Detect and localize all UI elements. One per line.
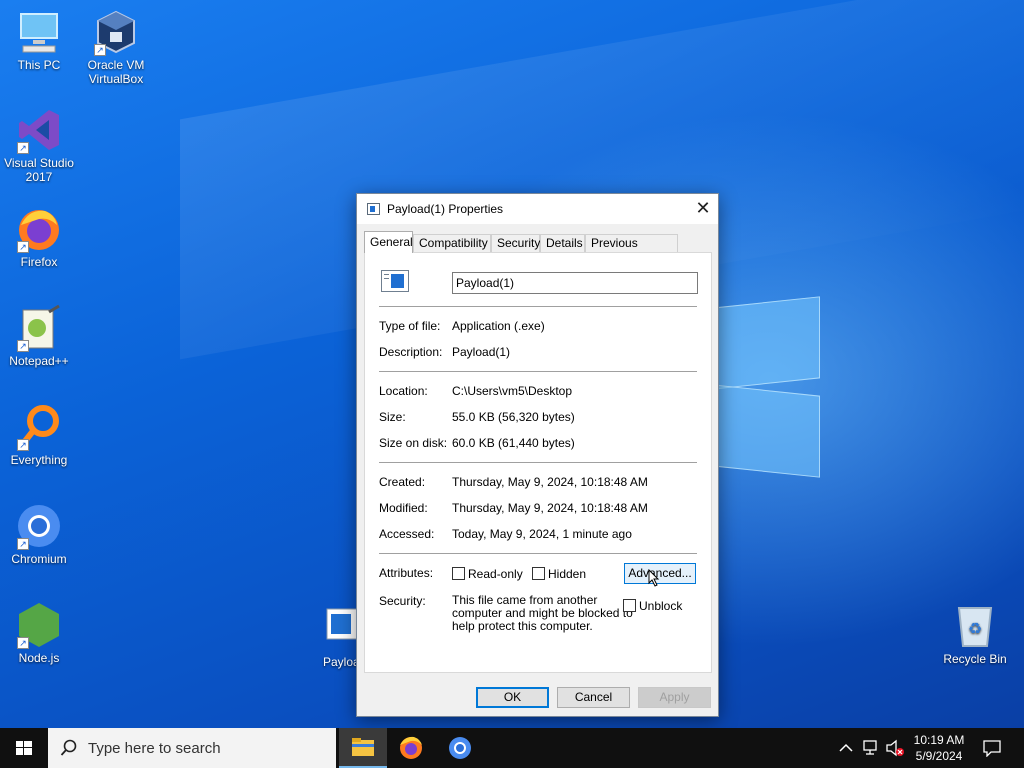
desktop-icon-this-pc[interactable]: This PC xyxy=(0,8,82,72)
tab-general[interactable]: General xyxy=(364,231,413,253)
description-value: Payload(1) xyxy=(452,345,511,359)
tab-details[interactable]: Details xyxy=(540,234,585,253)
chevron-up-icon[interactable] xyxy=(838,741,854,755)
desktop-icon-virtualbox[interactable]: ↗ Oracle VM VirtualBox xyxy=(73,8,159,86)
start-button[interactable] xyxy=(0,728,48,768)
ok-button[interactable]: OK xyxy=(476,687,549,708)
notepad-plus-plus-icon: ↗ xyxy=(15,304,63,352)
application-icon xyxy=(367,203,380,215)
firefox-icon: ↗ xyxy=(15,205,63,253)
desktop-icon-visual-studio[interactable]: ↗ Visual Studio 2017 xyxy=(0,106,82,184)
hidden-label[interactable]: Hidden xyxy=(548,567,586,581)
unblock-checkbox[interactable] xyxy=(623,599,636,612)
notifications-icon[interactable] xyxy=(982,739,1002,757)
volume-muted-icon[interactable] xyxy=(885,739,905,757)
location-label: Location: xyxy=(379,384,428,398)
taskbar-firefox[interactable] xyxy=(387,728,435,768)
computer-icon xyxy=(15,8,63,56)
advanced-button[interactable]: Advanced... xyxy=(624,563,696,584)
taskbar-file-explorer[interactable] xyxy=(339,728,387,768)
separator xyxy=(379,306,697,307)
desktop-icon-notepad-plus-plus[interactable]: ↗ Notepad++ xyxy=(0,304,82,368)
shortcut-arrow-icon: ↗ xyxy=(17,439,29,451)
shortcut-arrow-icon: ↗ xyxy=(17,637,29,649)
tab-security[interactable]: Security xyxy=(491,234,540,253)
location-value: C:\Users\vm5\Desktop xyxy=(452,384,573,398)
type-of-file-label: Type of file: xyxy=(379,319,441,333)
shortcut-arrow-icon: ↗ xyxy=(17,241,29,253)
recycle-bin-icon: ♻ xyxy=(951,602,999,650)
mouse-cursor-icon xyxy=(648,569,660,587)
size-value: 55.0 KB (56,320 bytes) xyxy=(452,410,575,424)
separator xyxy=(379,462,697,463)
chromium-icon xyxy=(449,737,471,759)
taskbar-search-box[interactable]: Type here to search xyxy=(48,728,336,768)
unblock-label[interactable]: Unblock xyxy=(639,599,682,613)
firefox-icon xyxy=(400,736,422,759)
visual-studio-icon: ↗ xyxy=(15,106,63,154)
properties-dialog: Payload(1) Properties ✕ General Compatib… xyxy=(356,193,719,717)
created-label: Created: xyxy=(379,475,426,489)
dialog-titlebar[interactable]: Payload(1) Properties ✕ xyxy=(357,194,718,224)
accessed-value: Today, May 9, 2024, 1 minute ago xyxy=(452,527,632,541)
taskbar-clock[interactable]: 10:19 AM 5/9/2024 xyxy=(905,732,973,764)
size-label: Size: xyxy=(379,410,406,424)
modified-value: Thursday, May 9, 2024, 10:18:48 AM xyxy=(452,501,648,515)
accessed-label: Accessed: xyxy=(379,527,435,541)
desktop-icon-chromium[interactable]: ↗ Chromium xyxy=(0,502,82,566)
virtualbox-icon: ↗ xyxy=(92,8,140,56)
search-icon xyxy=(60,739,77,756)
created-value: Thursday, May 9, 2024, 10:18:48 AM xyxy=(452,475,648,489)
modified-label: Modified: xyxy=(379,501,428,515)
cancel-button[interactable]: Cancel xyxy=(557,687,630,708)
clock-time: 10:19 AM xyxy=(913,733,965,747)
application-icon xyxy=(381,270,409,292)
close-icon[interactable]: ✕ xyxy=(688,194,718,222)
security-label: Security: xyxy=(379,594,426,608)
taskbar: Type here to search 10:19 AM 5/9/2024 xyxy=(0,728,1024,768)
folder-icon xyxy=(352,738,374,756)
taskbar-chromium[interactable] xyxy=(436,728,484,768)
type-of-file-value: Application (.exe) xyxy=(452,319,545,333)
file-name-field[interactable]: Payload(1) xyxy=(452,272,698,294)
shortcut-arrow-icon: ↗ xyxy=(17,538,29,550)
svg-text:♻: ♻ xyxy=(968,619,982,638)
hidden-checkbox[interactable] xyxy=(532,567,545,580)
desktop-icon-recycle-bin[interactable]: ♻ Recycle Bin xyxy=(932,602,1018,666)
desktop-icon-everything[interactable]: ↗ Everything xyxy=(0,403,82,467)
tab-previous-versions[interactable]: Previous Versions xyxy=(585,234,678,267)
apply-button[interactable]: Apply xyxy=(638,687,711,708)
size-on-disk-value: 60.0 KB (61,440 bytes) xyxy=(452,436,575,450)
dialog-title: Payload(1) Properties xyxy=(387,202,504,216)
search-placeholder: Type here to search xyxy=(88,740,221,757)
readonly-label[interactable]: Read-only xyxy=(468,567,523,581)
network-icon[interactable] xyxy=(862,739,880,757)
everything-search-icon: ↗ xyxy=(15,403,63,451)
description-label: Description: xyxy=(379,345,443,359)
general-tab-panel: Payload(1) Type of file: Application (.e… xyxy=(364,252,712,673)
desktop-icon-nodejs[interactable]: ↗ Node.js xyxy=(0,601,82,665)
nodejs-icon: ↗ xyxy=(15,601,63,649)
size-on-disk-label: Size on disk: xyxy=(379,436,448,450)
desktop-icon-firefox[interactable]: ↗ Firefox xyxy=(0,205,82,269)
shortcut-arrow-icon: ↗ xyxy=(17,142,29,154)
windows-start-icon xyxy=(16,741,32,755)
windows-logo-wallpaper xyxy=(712,288,822,480)
separator xyxy=(379,553,697,554)
clock-date: 5/9/2024 xyxy=(915,749,963,763)
chromium-icon: ↗ xyxy=(15,502,63,550)
separator xyxy=(379,371,697,372)
readonly-checkbox[interactable] xyxy=(452,567,465,580)
attributes-label: Attributes: xyxy=(379,566,434,580)
shortcut-arrow-icon: ↗ xyxy=(94,44,106,56)
tab-compatibility[interactable]: Compatibility xyxy=(413,234,491,253)
security-message: This file came from another computer and… xyxy=(452,593,633,633)
shortcut-arrow-icon: ↗ xyxy=(17,340,29,352)
